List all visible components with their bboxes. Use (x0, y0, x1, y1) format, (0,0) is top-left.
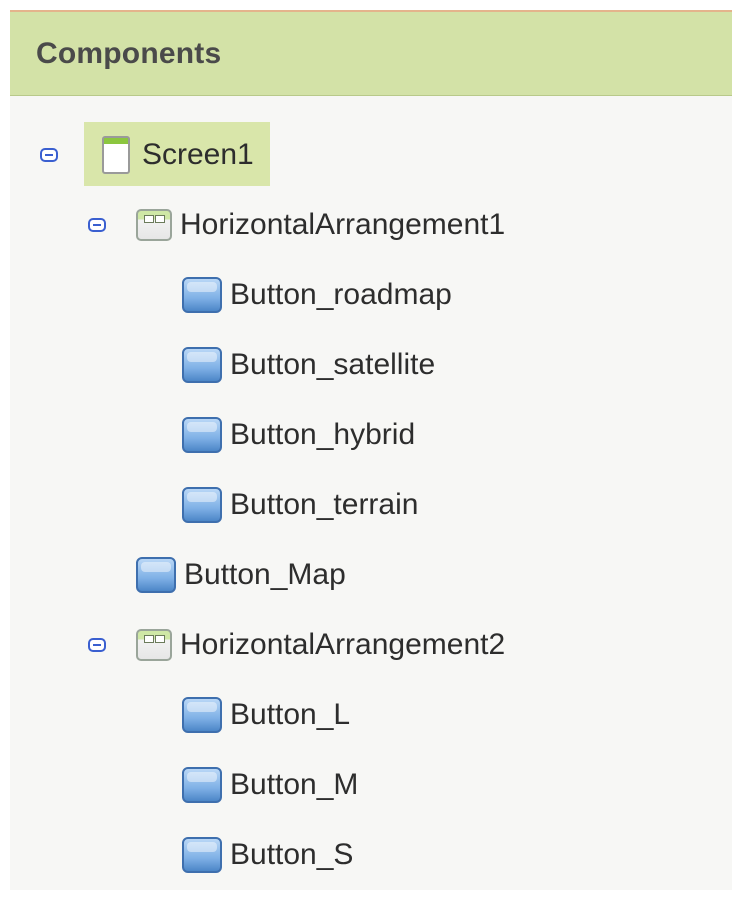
collapse-toggle-horizontalarrangement2-icon[interactable] (88, 638, 106, 652)
components-panel: Components Screen1 HorizontalArrangement… (10, 10, 732, 890)
button-icon (136, 557, 176, 593)
tree-node-label: Button_L (230, 698, 351, 731)
tree-node-label: Button_Map (184, 558, 346, 591)
tree-node-button-roadmap[interactable]: Button_roadmap (182, 270, 452, 320)
tree-node-label: Button_S (230, 838, 354, 871)
tree-node-screen1[interactable]: Screen1 (102, 130, 254, 180)
horizontal-arrangement-icon (136, 629, 172, 661)
tree-node-label: HorizontalArrangement1 (180, 208, 506, 241)
horizontal-arrangement-icon (136, 209, 172, 241)
tree-node-button-map[interactable]: Button_Map (136, 550, 346, 600)
tree-node-label: Button_satellite (230, 348, 436, 381)
screen-icon (102, 136, 130, 174)
collapse-toggle-horizontalarrangement1-icon[interactable] (88, 218, 106, 232)
button-icon (182, 487, 222, 523)
button-icon (182, 697, 222, 733)
tree-node-button-satellite[interactable]: Button_satellite (182, 340, 435, 390)
tree-node-button-m[interactable]: Button_M (182, 760, 358, 810)
tree-node-label: Button_hybrid (230, 418, 416, 451)
tree-node-label: Button_terrain (230, 488, 419, 521)
tree-node-button-hybrid[interactable]: Button_hybrid (182, 410, 415, 460)
tree-node-label: HorizontalArrangement2 (180, 628, 506, 661)
tree-node-horizontalarrangement2[interactable]: HorizontalArrangement2 (136, 620, 505, 670)
tree-node-button-s[interactable]: Button_S (182, 830, 353, 880)
collapse-toggle-screen1-icon[interactable] (40, 148, 58, 162)
tree-node-label: Screen1 (142, 138, 254, 171)
panel-title: Components (36, 36, 222, 70)
button-icon (182, 417, 222, 453)
tree-node-label: Button_M (230, 768, 359, 801)
tree-node-button-terrain[interactable]: Button_terrain (182, 480, 418, 530)
components-header: Components (10, 12, 732, 96)
tree-node-button-l[interactable]: Button_L (182, 690, 350, 740)
tree-node-label: Button_roadmap (230, 278, 452, 311)
button-icon (182, 277, 222, 313)
button-icon (182, 767, 222, 803)
tree-node-horizontalarrangement1[interactable]: HorizontalArrangement1 (136, 200, 505, 250)
button-icon (182, 837, 222, 873)
button-icon (182, 347, 222, 383)
